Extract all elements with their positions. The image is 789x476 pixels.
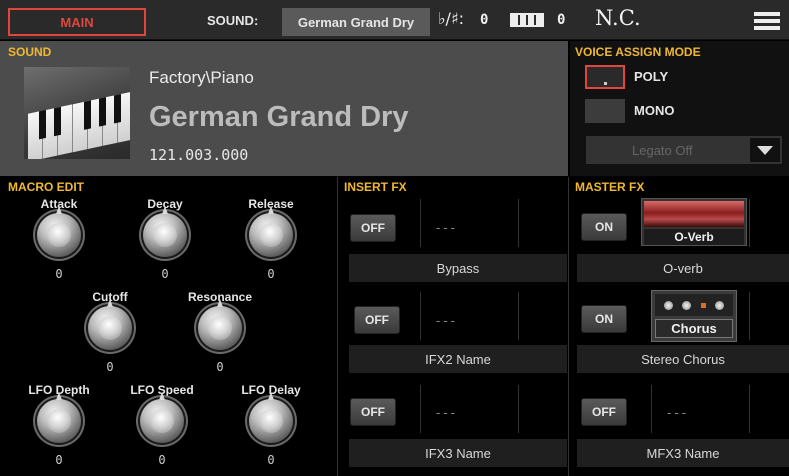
reverb-thumbnail[interactable]: O-Verb (641, 198, 747, 246)
lfo-depth-knob[interactable] (37, 392, 81, 443)
mfx2-toggle-button[interactable]: ON (581, 305, 627, 333)
sound-number: 121.003.000 (149, 146, 249, 164)
resonance-knob-group: Resonance 0 (180, 290, 260, 380)
chord-display: N.C. (595, 6, 641, 30)
mono-label: MONO (634, 103, 675, 118)
keyboard-value[interactable]: 0 (557, 12, 565, 28)
mfx3-toggle-button[interactable]: OFF (581, 398, 627, 426)
knob-value: 0 (161, 267, 169, 281)
legato-select[interactable]: Legato Off (586, 136, 782, 164)
knob-value: 0 (216, 360, 224, 374)
chorus-pedal-icon (655, 294, 733, 316)
release-knob-group: Release 0 (231, 197, 311, 287)
lfo-depth-knob-group: LFO Depth 0 (19, 383, 99, 473)
insert-fx-title: INSERT FX (344, 180, 407, 194)
piano-image (24, 67, 130, 159)
insert-fx-panel: INSERT FX OFF --- Bypass OFF --- IFX2 Na… (337, 177, 567, 476)
release-knob[interactable] (249, 206, 293, 257)
cutoff-knob[interactable] (88, 299, 132, 350)
divider (518, 292, 519, 340)
decay-knob[interactable] (143, 206, 187, 257)
divider (651, 385, 652, 433)
divider (749, 385, 750, 433)
sound-label: SOUND: (207, 13, 259, 28)
sound-bank: Factory\Piano (149, 68, 254, 87)
keyboard-icon (510, 13, 544, 27)
reverb-image (644, 201, 744, 227)
divider (518, 199, 519, 247)
lfo-speed-knob-group: LFO Speed 0 (122, 383, 202, 473)
lfo-speed-knob[interactable] (140, 392, 184, 443)
lfo-delay-knob-group: LFO Delay 0 (231, 383, 311, 473)
mfx3-name-button[interactable]: MFX3 Name (577, 439, 789, 467)
divider (420, 385, 421, 433)
lfo-delay-knob[interactable] (249, 392, 293, 443)
ifx2-empty: --- (436, 313, 458, 328)
mfx1-name-button[interactable]: O-verb (577, 254, 789, 282)
chorus-thumb-label: Chorus (655, 319, 733, 338)
sound-section-title: SOUND (8, 45, 52, 59)
ifx3-name-button[interactable]: IFX3 Name (349, 439, 567, 467)
divider (420, 199, 421, 247)
sound-name-button[interactable]: German Grand Dry (282, 8, 430, 36)
mono-radio[interactable] (585, 99, 625, 123)
voice-assign-title: VOICE ASSIGN MODE (575, 45, 701, 59)
voice-assign-panel: VOICE ASSIGN MODE POLY MONO Legato Off (570, 41, 789, 176)
transpose-value[interactable]: 0 (480, 12, 488, 28)
attack-knob-group: Attack 0 (19, 197, 99, 287)
cutoff-knob-group: Cutoff 0 (70, 290, 150, 380)
knob-value: 0 (55, 453, 63, 467)
ifx1-empty: --- (436, 220, 458, 235)
divider (749, 292, 750, 340)
top-bar: MAIN SOUND: German Grand Dry ♭/♯: 0 0 N.… (0, 0, 789, 40)
mfx1-toggle-button[interactable]: ON (581, 213, 627, 241)
divider (420, 292, 421, 340)
ifx2-toggle-button[interactable]: OFF (354, 306, 400, 334)
ifx1-toggle-button[interactable]: OFF (350, 214, 396, 242)
mfx2-name-button[interactable]: Stereo Chorus (577, 345, 789, 373)
knob-value: 0 (267, 267, 275, 281)
attack-knob[interactable] (37, 206, 81, 257)
sound-name: German Grand Dry (149, 101, 409, 133)
chorus-thumbnail[interactable]: Chorus (651, 290, 737, 342)
poly-label: POLY (634, 69, 669, 84)
resonance-knob[interactable] (198, 299, 242, 350)
ifx2-name-button[interactable]: IFX2 Name (349, 345, 567, 373)
legato-value: Legato Off (632, 142, 693, 158)
sound-panel[interactable]: SOUND Factory\Piano German Grand Dry 121… (0, 41, 568, 176)
macro-edit-panel: MACRO EDIT Attack 0 Decay 0 Release 0 Cu… (0, 177, 336, 476)
poly-radio[interactable] (585, 65, 625, 89)
decay-knob-group: Decay 0 (125, 197, 205, 287)
main-button[interactable]: MAIN (8, 8, 146, 36)
knob-value: 0 (267, 453, 275, 467)
knob-value: 0 (55, 267, 63, 281)
divider (518, 385, 519, 433)
knob-value: 0 (158, 453, 166, 467)
menu-icon[interactable] (754, 12, 780, 30)
ifx3-empty: --- (436, 405, 458, 420)
transpose-label: ♭/♯: (438, 9, 465, 28)
ifx1-name-button[interactable]: Bypass (349, 254, 567, 282)
mfx3-empty: --- (667, 405, 689, 420)
ifx3-toggle-button[interactable]: OFF (350, 398, 396, 426)
master-fx-panel: MASTER FX ON O-Verb O-verb ON Chorus Ste… (568, 177, 789, 476)
dropdown-arrow-icon[interactable] (750, 138, 780, 162)
knob-value: 0 (106, 360, 114, 374)
divider (749, 199, 750, 247)
macro-edit-title: MACRO EDIT (8, 180, 84, 194)
master-fx-title: MASTER FX (575, 180, 645, 194)
reverb-thumb-label: O-Verb (644, 229, 744, 245)
